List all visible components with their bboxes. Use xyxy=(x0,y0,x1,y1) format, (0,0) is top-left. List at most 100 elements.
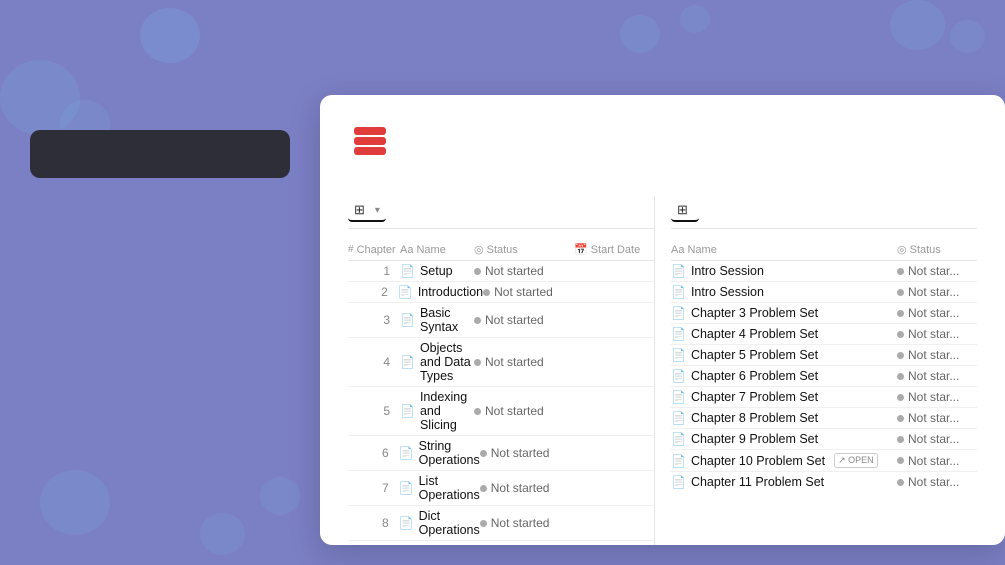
promo-box xyxy=(30,130,290,178)
status-dot xyxy=(897,479,904,486)
col-status-header: ◎ Status xyxy=(474,243,574,256)
table-row[interactable]: 2 📄 Introduction Not started xyxy=(348,282,654,303)
table-row[interactable]: 6 📄 String Operations Not started xyxy=(348,436,654,471)
cell-chapter: 7 xyxy=(348,481,399,495)
table-row[interactable]: 📄 Chapter 5 Problem Set Not star... xyxy=(671,345,977,366)
rcell-status: Not star... xyxy=(897,327,977,341)
cell-chapter: 4 xyxy=(348,355,400,369)
cell-name: 📄 Objects and Data Types xyxy=(400,341,474,383)
cell-status: Not started xyxy=(474,264,574,278)
table-row[interactable]: 📄 Intro Session Not star... xyxy=(671,261,977,282)
rcell-name-text: Chapter 6 Problem Set xyxy=(691,369,818,383)
table-row[interactable]: 📄 Chapter 8 Problem Set Not star... xyxy=(671,408,977,429)
rcell-name-text: Chapter 4 Problem Set xyxy=(691,327,818,341)
doc-icon: 📄 xyxy=(398,285,413,299)
status-text: Not star... xyxy=(908,306,959,320)
table-row[interactable]: 9 📄 Dates and Time Not started xyxy=(348,541,654,545)
doc-icon: 📄 xyxy=(671,264,686,278)
table-row[interactable]: 5 📄 Indexing and Slicing Not started xyxy=(348,387,654,436)
cell-name: 📄 String Operations xyxy=(399,439,480,467)
doc-icon: 📄 xyxy=(671,390,686,404)
rcell-name: 📄 Chapter 3 Problem Set xyxy=(671,306,897,320)
table-row[interactable]: 📄 Chapter 9 Problem Set Not star... xyxy=(671,429,977,450)
cell-chapter: 5 xyxy=(348,404,400,418)
cell-status: Not started xyxy=(480,516,577,530)
status-dot xyxy=(897,457,904,464)
status-text: Not star... xyxy=(908,369,959,383)
status-dot xyxy=(480,450,487,457)
status-dot xyxy=(474,317,481,324)
table-row[interactable]: 1 📄 Setup Not started xyxy=(348,261,654,282)
table-row[interactable]: 7 📄 List Operations Not started xyxy=(348,471,654,506)
doc-icon: 📄 xyxy=(399,481,414,495)
cell-name-text: Setup xyxy=(420,264,453,278)
table-row[interactable]: 📄 Chapter 11 Problem Set Not star... xyxy=(671,472,977,492)
right-col-headers: Aa Name ◎ Status xyxy=(671,241,977,261)
cell-name-text: Objects and Data Types xyxy=(420,341,474,383)
rcell-name-text: Intro Session xyxy=(691,264,764,278)
right-table-panel: ⊞ Aa Name ◎ Status xyxy=(654,196,977,545)
table-row[interactable]: 📄 Chapter 3 Problem Set Not star... xyxy=(671,303,977,324)
rcell-name: 📄 Chapter 9 Problem Set xyxy=(671,432,897,446)
left-table-tab-row: ⊞ ▾ xyxy=(348,196,654,229)
table-row[interactable]: 📄 Chapter 7 Problem Set Not star... xyxy=(671,387,977,408)
doc-icon: 📄 xyxy=(400,264,415,278)
status-dot xyxy=(897,373,904,380)
doc-icon: 📄 xyxy=(671,327,686,341)
cell-name-text: Dict Operations xyxy=(419,509,480,537)
rcell-name: 📄 Chapter 6 Problem Set xyxy=(671,369,897,383)
rcol-name-header: Aa Name xyxy=(671,244,897,256)
table-row[interactable]: 📄 Intro Session Not star... xyxy=(671,282,977,303)
status-text: Not started xyxy=(485,264,544,278)
rcell-name: 📄 Chapter 11 Problem Set xyxy=(671,475,897,489)
rcell-name-text: Chapter 7 Problem Set xyxy=(691,390,818,404)
open-badge[interactable]: ↗ OPEN xyxy=(834,453,878,468)
rcell-name-text: Chapter 9 Problem Set xyxy=(691,432,818,446)
left-tab-chevron: ▾ xyxy=(375,205,380,216)
status-dot xyxy=(474,408,481,415)
table-row[interactable]: 📄 Chapter 6 Problem Set Not star... xyxy=(671,366,977,387)
status-dot xyxy=(897,415,904,422)
rcell-name-text: Chapter 8 Problem Set xyxy=(691,411,818,425)
rcell-name: 📄 Chapter 10 Problem Set ↗ OPEN xyxy=(671,453,897,468)
rcell-name: 📄 Chapter 8 Problem Set xyxy=(671,411,897,425)
cell-name: 📄 Basic Syntax xyxy=(400,306,474,334)
table-row[interactable]: 3 📄 Basic Syntax Not started xyxy=(348,303,654,338)
doc-icon: 📄 xyxy=(400,313,415,327)
status-dot xyxy=(897,394,904,401)
status-dot xyxy=(480,485,487,492)
cell-name-text: Dates and Time xyxy=(420,544,474,545)
notion-card: ⊞ ▾ # Chapter Aa Name xyxy=(320,95,1005,545)
rcell-name: 📄 Intro Session xyxy=(671,285,897,299)
status-text: Not star... xyxy=(908,348,959,362)
cell-name: 📄 Setup xyxy=(400,264,474,278)
doc-icon: 📄 xyxy=(671,369,686,383)
status-text: Not started xyxy=(491,481,550,495)
rcell-status: Not star... xyxy=(897,454,977,468)
cell-chapter: 1 xyxy=(348,264,400,278)
rcell-status: Not star... xyxy=(897,264,977,278)
rcell-name: 📄 Chapter 7 Problem Set xyxy=(671,390,897,404)
doc-icon: 📄 xyxy=(400,404,415,418)
cell-name: 📄 Dates and Time xyxy=(400,544,474,545)
cell-name: 📄 List Operations xyxy=(399,474,480,502)
cell-status: Not started xyxy=(474,404,574,418)
doc-icon: 📄 xyxy=(671,348,686,362)
right-table-tab[interactable]: ⊞ xyxy=(671,200,699,222)
table-row[interactable]: 📄 Chapter 4 Problem Set Not star... xyxy=(671,324,977,345)
rcell-status: Not star... xyxy=(897,411,977,425)
cell-status: Not started xyxy=(474,355,574,369)
status-text: Not started xyxy=(485,313,544,327)
status-text: Not star... xyxy=(908,475,959,489)
status-dot xyxy=(474,359,481,366)
left-table-rows: 1 📄 Setup Not started 2 📄 Introduction N… xyxy=(348,261,654,545)
table-row[interactable]: 4 📄 Objects and Data Types Not started xyxy=(348,338,654,387)
table-row[interactable]: 8 📄 Dict Operations Not started xyxy=(348,506,654,541)
status-text: Not star... xyxy=(908,264,959,278)
left-table-tab[interactable]: ⊞ ▾ xyxy=(348,200,386,222)
status-text: Not started xyxy=(485,404,544,418)
table-row[interactable]: 📄 Chapter 10 Problem Set ↗ OPEN Not star… xyxy=(671,450,977,472)
doc-icon: 📄 xyxy=(671,432,686,446)
rcell-status: Not star... xyxy=(897,390,977,404)
hash-icon: # xyxy=(348,244,354,255)
